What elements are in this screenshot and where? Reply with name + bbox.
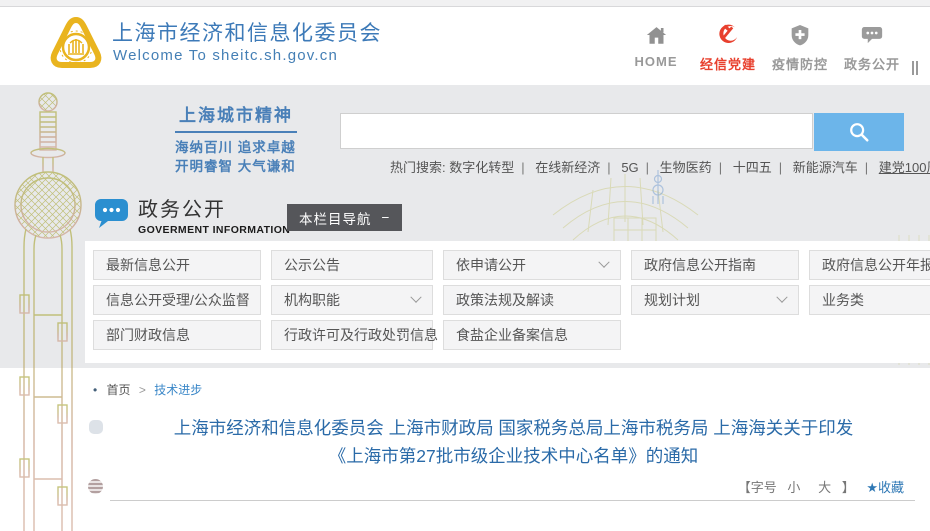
breadcrumb: • 首页 > 技术进步 (93, 381, 202, 398)
hot-search-link[interactable]: 数字化转型 (449, 160, 514, 175)
chevron-down-icon (598, 257, 609, 268)
favorite-button[interactable]: ★收藏 (866, 480, 904, 495)
search-icon (848, 121, 870, 143)
menu-item[interactable]: 依申请公开 (443, 250, 621, 280)
home-icon (620, 23, 692, 47)
article-title-line2: 《上海市第27批市级企业技术中心名单》的通知 (125, 442, 902, 470)
nav-item-gov-info[interactable]: 政务公开 (836, 23, 908, 73)
menu-item[interactable]: 信息公开受理/公众监督 (93, 285, 261, 315)
top-strip (0, 0, 930, 7)
city-spirit-title: 上海城市精神 (175, 101, 297, 133)
section-heading: 政务公开 GOVERMENT INFORMATION (95, 193, 290, 236)
font-size-label: 【字号 (738, 480, 777, 495)
nav-item-epidemic[interactable]: 疫情防控 (764, 23, 836, 73)
search-button[interactable] (814, 113, 904, 151)
menu-item[interactable]: 行政许可及行政处罚信息 (271, 320, 433, 350)
partial-nav-item[interactable] (912, 23, 920, 75)
decorative-striped-dot (88, 479, 103, 494)
site-subtitle: Welcome To sheitc.sh.gov.cn (113, 47, 338, 64)
font-smaller-button[interactable]: 小 (787, 480, 800, 495)
site-title: 上海市经济和信息化委员会 (112, 17, 382, 47)
menu-item[interactable]: 食盐企业备案信息 (443, 320, 621, 350)
article-title: 上海市经济和信息化委员会 上海市财政局 国家税务总局上海市税务局 上海海关关于印… (125, 414, 902, 470)
collapse-minus-icon: − (382, 210, 391, 225)
menu-item[interactable]: 最新信息公开 (93, 250, 261, 280)
hot-search-link[interactable]: 5G (621, 160, 638, 175)
font-size-label-close: 】 (842, 480, 855, 495)
font-larger-button[interactable]: 大 (818, 480, 831, 495)
title-divider (110, 500, 915, 501)
hot-search-link[interactable]: 新能源汽车 (793, 160, 858, 175)
hot-search-link[interactable]: 建党100周年 (879, 160, 930, 175)
article-title-line1: 上海市经济和信息化委员会 上海市财政局 国家税务总局上海市税务局 上海海关关于印… (125, 414, 902, 442)
gov-info-bubble-icon (95, 199, 128, 228)
chevron-down-icon (776, 292, 787, 303)
menu-item[interactable]: 公示公告 (271, 250, 433, 280)
party-emblem-icon (692, 23, 764, 47)
city-spirit-block: 上海城市精神 海纳百川 追求卓越 开明睿智 大气谦和 (175, 101, 297, 176)
shield-cross-icon (764, 23, 836, 47)
search-section: 上海城市精神 海纳百川 追求卓越 开明睿智 大气谦和 热门搜索: 数字化转型| … (0, 85, 930, 368)
search-input[interactable] (340, 113, 813, 149)
breadcrumb-current[interactable]: 技术进步 (154, 383, 202, 397)
site-logo-icon[interactable] (44, 13, 108, 77)
city-spirit-line2: 开明睿智 大气谦和 (175, 157, 297, 176)
menu-item[interactable]: 机构职能 (271, 285, 433, 315)
menu-item[interactable]: 政策法规及解读 (443, 285, 621, 315)
article-tools: 【字号 小 大 】 ★收藏 (738, 477, 904, 496)
menu-item[interactable]: 政府信息公开指南 (631, 250, 799, 280)
speech-bubble-icon (836, 23, 908, 47)
menu-item[interactable]: 部门财政信息 (93, 320, 261, 350)
clipped-nav-label (912, 61, 920, 75)
menu-item[interactable]: 政府信息公开年报 (809, 250, 930, 280)
menu-item[interactable]: 业务类 (809, 285, 930, 315)
menu-item[interactable]: 规划计划 (631, 285, 799, 315)
chevron-down-icon (410, 292, 421, 303)
hot-search-link[interactable]: 在线新经济 (535, 160, 600, 175)
hot-search-row: 热门搜索: 数字化转型| 在线新经济| 5G| 生物医药| 十四五| 新能源汽车… (390, 157, 930, 176)
site-header: 上海市经济和信息化委员会 Welcome To sheitc.sh.gov.cn… (0, 7, 930, 85)
city-spirit-line1: 海纳百川 追求卓越 (175, 138, 297, 157)
section-title: 政务公开 (138, 193, 290, 222)
sheitc-homepage: 上海市经济和信息化委员会 Welcome To sheitc.sh.gov.cn… (0, 0, 930, 531)
top-nav: HOME 经信党建 疫情防控 (620, 23, 920, 75)
section-subtitle: GOVERMENT INFORMATION (138, 224, 290, 236)
decorative-dot (89, 420, 103, 434)
gov-info-menu-panel: 最新信息公开 公示公告 依申请公开 政府信息公开指南 政府信息公开年报 信息公开… (85, 241, 930, 363)
hot-search-link[interactable]: 十四五 (733, 160, 772, 175)
breadcrumb-bullet: • (93, 383, 97, 397)
hot-search-label: 热门搜索: (390, 160, 446, 175)
article-area: • 首页 > 技术进步 上海市经济和信息化委员会 上海市财政局 国家税务总局上海… (0, 368, 930, 531)
breadcrumb-home[interactable]: 首页 (107, 383, 131, 397)
column-nav-toggle-button[interactable]: 本栏目导航 − (287, 204, 402, 231)
nav-item-party[interactable]: 经信党建 (692, 23, 764, 73)
gov-info-menu-grid: 最新信息公开 公示公告 依申请公开 政府信息公开指南 政府信息公开年报 信息公开… (93, 250, 930, 350)
hot-search-link[interactable]: 生物医药 (660, 160, 712, 175)
nav-item-home[interactable]: HOME (620, 23, 692, 69)
